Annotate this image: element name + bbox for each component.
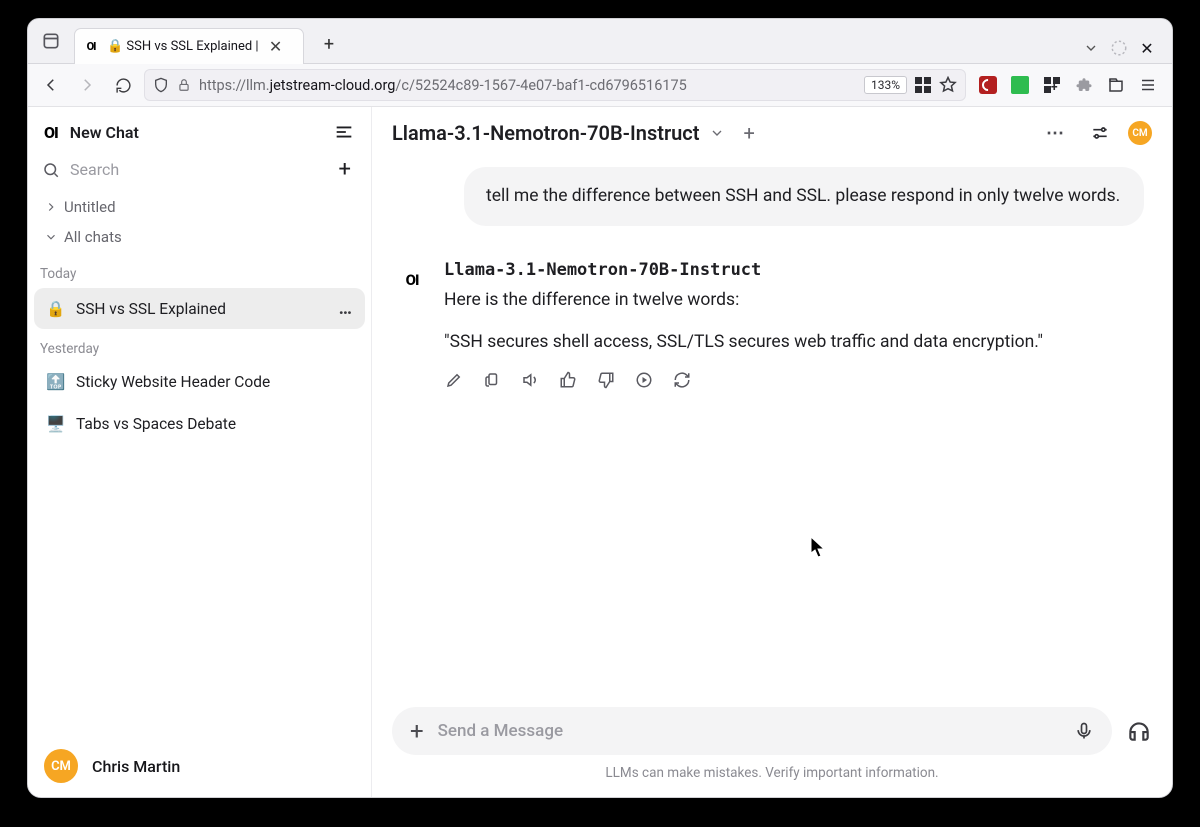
regenerate-icon[interactable] xyxy=(672,370,692,390)
main-pane: Llama-3.1-Nemotron-70B-Instruct + ⋯ CM t… xyxy=(372,107,1172,797)
headphones-icon[interactable] xyxy=(1126,718,1152,744)
hamburger-menu-icon[interactable] xyxy=(1138,75,1158,95)
chat-item-more-button[interactable]: … xyxy=(339,298,353,319)
zoom-level[interactable]: 133% xyxy=(864,76,907,94)
conversation-scroll[interactable]: tell me the difference between SSH and S… xyxy=(372,153,1172,699)
conversation-header: Llama-3.1-Nemotron-70B-Instruct + ⋯ CM xyxy=(372,107,1172,153)
window-close-button[interactable]: ✕ xyxy=(1138,39,1156,57)
edit-icon[interactable] xyxy=(444,370,464,390)
composer: + LLMs can make mistakes. Verify importa… xyxy=(372,699,1172,797)
tab-title: 🔒 SSH vs SSL Explained | xyxy=(107,39,259,54)
new-chat-button[interactable]: New Chat xyxy=(70,123,321,142)
chat-item-emoji: 🔝 xyxy=(46,373,66,391)
untitled-folder[interactable]: Untitled xyxy=(36,192,363,222)
reload-button[interactable] xyxy=(108,70,138,100)
model-selector[interactable]: Llama-3.1-Nemotron-70B-Instruct xyxy=(392,121,699,145)
copy-icon[interactable] xyxy=(482,370,502,390)
message-input[interactable] xyxy=(438,721,1060,741)
app-content: OI New Chat + Untitled All c xyxy=(28,107,1172,797)
conversation-more-button[interactable]: ⋯ xyxy=(1046,123,1066,144)
chat-item[interactable]: 🔝 Sticky Website Header Code xyxy=(34,363,365,401)
shield-icon[interactable] xyxy=(153,77,169,93)
chat-item-title: SSH vs SSL Explained xyxy=(76,300,226,318)
extension-green-icon[interactable] xyxy=(1010,75,1030,95)
disclaimer-text: LLMs can make mistakes. Verify important… xyxy=(392,765,1152,781)
chat-item-active[interactable]: 🔒 SSH vs SSL Explained … xyxy=(34,288,365,329)
chat-item-title: Tabs vs Spaces Debate xyxy=(76,415,236,433)
chat-item-emoji: 🔒 xyxy=(46,300,66,318)
tab-favicon: OI xyxy=(83,39,99,55)
chat-item[interactable]: 🖥️ Tabs vs Spaces Debate xyxy=(34,405,365,443)
chat-item-emoji: 🖥️ xyxy=(46,415,66,433)
protection-dashboard-icon[interactable] xyxy=(1110,39,1128,57)
section-yesterday-label: Yesterday xyxy=(28,331,371,361)
forward-button[interactable] xyxy=(72,70,102,100)
add-model-button[interactable]: + xyxy=(735,121,754,145)
search-input[interactable] xyxy=(70,160,323,179)
all-chats-label: All chats xyxy=(64,228,122,246)
all-chats-toggle[interactable]: All chats xyxy=(36,222,363,252)
close-tab-button[interactable]: ✕ xyxy=(267,38,285,56)
chat-item-title: Sticky Website Header Code xyxy=(76,373,270,391)
extensions-puzzle-icon[interactable] xyxy=(1074,75,1094,95)
assistant-name-label: Llama-3.1-Nemotron-70B-Instruct xyxy=(444,260,1142,280)
untitled-folder-label: Untitled xyxy=(64,198,116,216)
browser-window: OI 🔒 SSH vs SSL Explained | ✕ + ✕ https:… xyxy=(27,18,1173,798)
list-tabs-button[interactable] xyxy=(1082,39,1100,57)
assistant-message-text[interactable]: Here is the difference in twelve words: … xyxy=(444,286,1142,356)
mic-icon[interactable] xyxy=(1074,721,1094,741)
browser-tab[interactable]: OI 🔒 SSH vs SSL Explained | ✕ xyxy=(74,28,304,64)
address-bar[interactable]: https://llm.jetstream-cloud.org/c/52524c… xyxy=(144,69,966,101)
downloads-icon[interactable] xyxy=(1106,75,1126,95)
user-name-label: Chris Martin xyxy=(92,757,180,776)
user-account-button[interactable]: CM Chris Martin xyxy=(28,735,371,797)
qr-icon[interactable] xyxy=(915,77,931,93)
section-today-label: Today xyxy=(28,256,371,286)
tab-strip: OI 🔒 SSH vs SSL Explained | ✕ + ✕ xyxy=(28,19,1172,63)
message-actions xyxy=(444,370,1142,390)
chevron-down-icon[interactable] xyxy=(709,125,725,141)
addons-grid-icon[interactable] xyxy=(1042,75,1062,95)
user-avatar: CM xyxy=(44,749,78,783)
continue-icon[interactable] xyxy=(634,370,654,390)
new-chat-plus-button[interactable]: + xyxy=(333,157,357,182)
thumbs-up-icon[interactable] xyxy=(558,370,578,390)
compose-box[interactable]: + xyxy=(392,707,1112,755)
search-icon xyxy=(42,161,60,179)
sidebar: OI New Chat + Untitled All c xyxy=(28,107,372,797)
attach-button[interactable]: + xyxy=(410,717,424,745)
sidebar-collapse-icon[interactable] xyxy=(333,121,355,143)
bookmark-star-icon[interactable] xyxy=(939,76,957,94)
thumbs-down-icon[interactable] xyxy=(596,370,616,390)
url-text: https://llm.jetstream-cloud.org/c/52524c… xyxy=(199,77,687,94)
user-message-text: tell me the difference between SSH and S… xyxy=(486,186,1120,206)
ublock-icon[interactable] xyxy=(978,75,998,95)
app-logo[interactable]: OI xyxy=(44,123,58,142)
url-toolbar: https://llm.jetstream-cloud.org/c/52524c… xyxy=(28,63,1172,107)
header-user-avatar[interactable]: CM xyxy=(1128,121,1152,145)
back-button[interactable] xyxy=(36,70,66,100)
recent-history-button[interactable] xyxy=(34,24,68,58)
new-tab-button[interactable]: + xyxy=(314,29,344,59)
user-message[interactable]: tell me the difference between SSH and S… xyxy=(464,167,1144,226)
settings-sliders-icon[interactable] xyxy=(1090,123,1110,143)
lock-icon[interactable] xyxy=(177,78,191,92)
assistant-message: OI Llama-3.1-Nemotron-70B-Instruct Here … xyxy=(388,256,1148,394)
assistant-avatar: OI xyxy=(394,262,430,298)
speak-icon[interactable] xyxy=(520,370,540,390)
